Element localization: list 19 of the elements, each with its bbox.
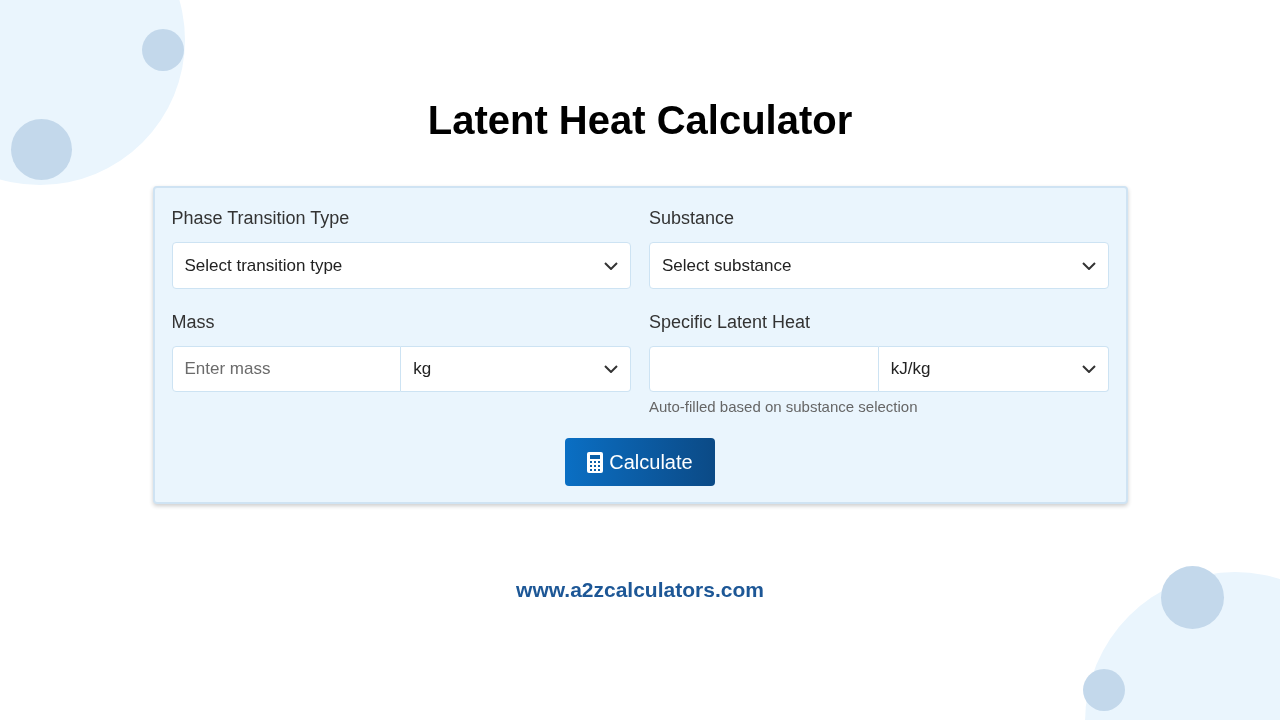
website-link[interactable]: www.a2zcalculators.com bbox=[516, 574, 764, 606]
hint-text: Auto-filled based on substance selection bbox=[649, 398, 919, 416]
field-label: Substance bbox=[649, 207, 736, 230]
chevron-down-icon bbox=[1081, 365, 1096, 373]
input-field[interactable]: Enter mass bbox=[171, 346, 402, 392]
field-label: Phase Transition Type bbox=[171, 207, 351, 230]
select-dropdown[interactable]: Select transition type bbox=[171, 242, 631, 289]
chevron-down-icon bbox=[604, 261, 618, 270]
chevron-down-icon bbox=[1081, 261, 1096, 270]
chevron-down-icon bbox=[604, 365, 618, 373]
page-title: Latent Heat Calculator bbox=[427, 97, 853, 144]
calculator-icon bbox=[587, 451, 604, 473]
field-label: Mass bbox=[171, 311, 216, 334]
select-dropdown[interactable]: Select substance bbox=[649, 242, 1109, 289]
input-field[interactable] bbox=[649, 346, 879, 392]
unit-select[interactable]: kg bbox=[401, 346, 631, 392]
calculate-button[interactable]: Calculate bbox=[565, 438, 715, 486]
field-label: Specific Latent Heat bbox=[649, 311, 812, 334]
unit-select[interactable]: kJ/kg bbox=[878, 346, 1109, 392]
